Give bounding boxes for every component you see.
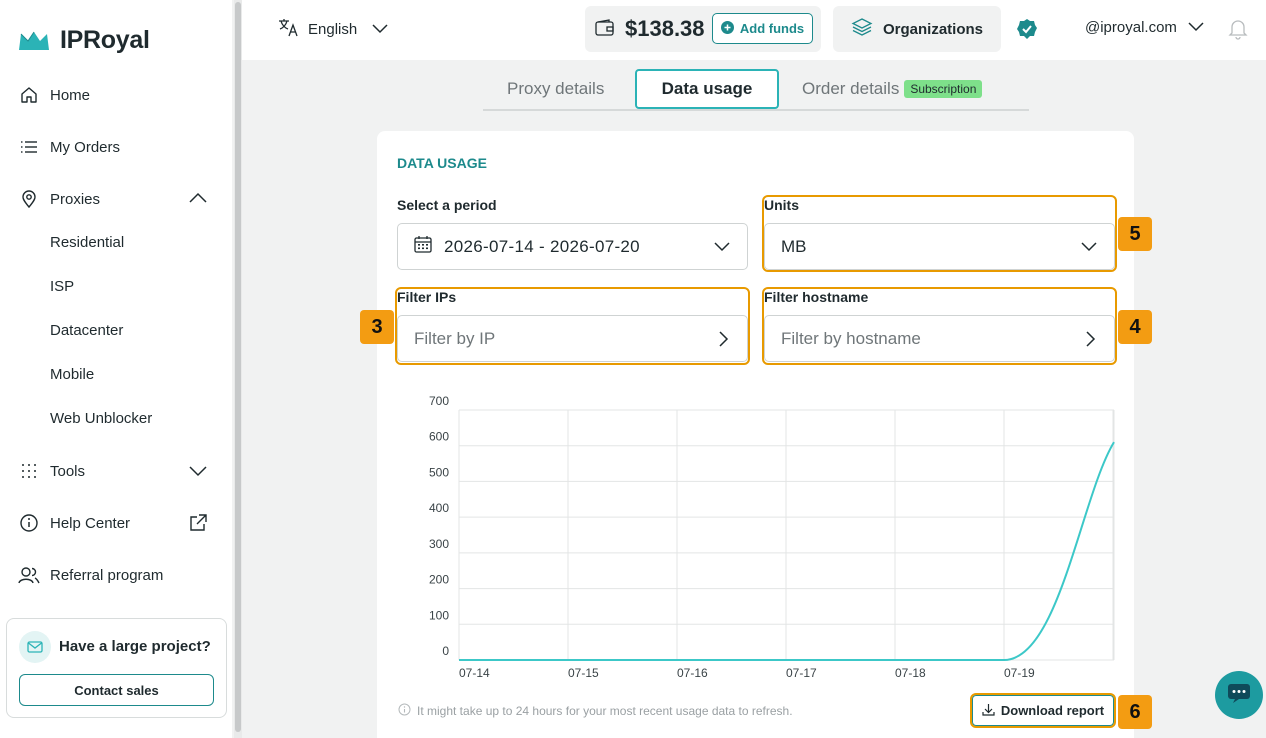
filter-ip-placeholder: Filter by IP: [414, 328, 496, 348]
sidebar-subitem-mobile[interactable]: Mobile: [50, 366, 94, 383]
users-icon: [18, 564, 40, 586]
chat-widget-button[interactable]: [1215, 671, 1263, 719]
chat-icon: [1227, 682, 1251, 709]
account-menu[interactable]: @iproyal.com: [1085, 19, 1205, 36]
location-pin-icon: [18, 188, 40, 210]
period-value: 2026-07-14 - 2026-07-20: [444, 236, 640, 256]
home-icon: [18, 84, 40, 106]
period-label: Select a period: [397, 197, 497, 213]
annotation-marker: 3: [360, 310, 394, 344]
chevron-up-icon[interactable]: [188, 191, 208, 210]
bell-icon[interactable]: [1228, 18, 1248, 45]
sidebar-subitem-isp[interactable]: ISP: [50, 278, 74, 295]
add-funds-label: Add funds: [739, 21, 805, 36]
download-icon: [982, 703, 995, 719]
data-usage-card: DATA USAGE Select a period 2026-07-14 - …: [377, 131, 1134, 738]
period-select[interactable]: 2026-07-14 - 2026-07-20: [397, 223, 748, 270]
tab-label: Proxy details: [507, 79, 605, 98]
sidebar-item-label: Proxies: [50, 190, 101, 208]
sidebar-item-home[interactable]: Home: [18, 83, 90, 107]
filter-hostname-label: Filter hostname: [764, 289, 869, 305]
detail-tabs: Proxy details Data usage Order details S…: [483, 69, 1029, 111]
filter-hostname-input[interactable]: Filter by hostname: [764, 315, 1115, 362]
crown-logo-icon: [19, 31, 49, 50]
wallet-balance: $138.38 Add funds: [585, 6, 821, 52]
chevron-down-icon[interactable]: [188, 464, 208, 483]
mail-icon: [19, 631, 51, 663]
chevron-down-icon: [1080, 238, 1098, 259]
info-circle-icon: [18, 512, 40, 534]
download-report-button[interactable]: Download report: [972, 695, 1114, 726]
tab-proxy-details[interactable]: Proxy details: [507, 69, 604, 109]
chevron-down-icon: [713, 238, 731, 259]
sidebar-subitem-residential[interactable]: Residential: [50, 234, 124, 251]
plus-circle-icon: [720, 20, 734, 37]
sidebar: IPRoyal Home My Orders Proxies Residenti…: [0, 0, 232, 738]
card-title: DATA USAGE: [397, 155, 487, 171]
filter-ip-input[interactable]: Filter by IP: [397, 315, 748, 362]
balance-amount: $138.38: [625, 16, 705, 41]
sidebar-item-help-center[interactable]: Help Center: [18, 511, 130, 535]
sidebar-item-label: Home: [50, 86, 91, 104]
sidebar-item-label: Help Center: [50, 514, 131, 532]
chevron-down-icon: [371, 21, 389, 38]
sidebar-subitem-web-unblocker[interactable]: Web Unblocker: [50, 410, 152, 427]
brand-name: IPRoyal: [60, 26, 150, 54]
scrollbar-thumb[interactable]: [235, 2, 241, 732]
external-link-icon[interactable]: [188, 513, 208, 538]
grid-dots-icon: [18, 460, 40, 482]
info-circle-icon: [398, 703, 411, 719]
annotation-marker: 5: [1118, 217, 1152, 251]
list-icon: [18, 136, 40, 158]
subscription-badge: Subscription: [904, 80, 983, 98]
annotation-marker: 4: [1118, 310, 1152, 344]
chevron-right-icon[interactable]: [1082, 330, 1098, 353]
verified-badge-icon: [1016, 18, 1038, 45]
sidebar-item-my-orders[interactable]: My Orders: [18, 135, 120, 159]
top-bar: English $138.38 Add funds Organizations …: [242, 0, 1266, 60]
sidebar-item-label: Referral program: [50, 566, 164, 584]
organizations-button[interactable]: Organizations: [833, 6, 1001, 52]
language-selector[interactable]: English: [278, 17, 389, 41]
sidebar-item-referral-program[interactable]: Referral program: [18, 563, 163, 587]
sidebar-scrollbar[interactable]: [234, 0, 242, 738]
sidebar-item-label: My Orders: [50, 138, 121, 156]
sidebar-subitem-datacenter[interactable]: Datacenter: [50, 322, 123, 339]
translate-icon: [278, 17, 300, 41]
contact-sales-button[interactable]: Contact sales: [19, 674, 214, 706]
filter-hostname-placeholder: Filter by hostname: [781, 328, 921, 348]
refresh-note-text: It might take up to 24 hours for your mo…: [417, 704, 793, 718]
sidebar-item-label: Tools: [50, 462, 86, 480]
sidebar-item-tools[interactable]: Tools: [18, 459, 85, 483]
annotation-marker: 6: [1118, 695, 1152, 729]
tab-order-details[interactable]: Order details Subscription: [802, 69, 983, 109]
wallet-icon: [595, 19, 615, 42]
refresh-note: It might take up to 24 hours for your mo…: [398, 703, 793, 719]
logo[interactable]: IPRoyal: [18, 26, 150, 55]
tab-data-usage[interactable]: Data usage: [635, 69, 779, 109]
chevron-down-icon: [1187, 19, 1205, 36]
chevron-right-icon[interactable]: [715, 330, 731, 353]
download-report-label: Download report: [1000, 703, 1105, 718]
sales-promo-card: Have a large project? Contact sales: [6, 618, 227, 718]
layers-icon: [851, 17, 873, 41]
organizations-label: Organizations: [883, 20, 984, 38]
language-label: English: [308, 20, 358, 38]
filter-ips-label: Filter IPs: [397, 289, 457, 305]
add-funds-button[interactable]: Add funds: [712, 13, 813, 44]
promo-title: Have a large project?: [59, 638, 211, 655]
units-value: MB: [781, 236, 807, 256]
sidebar-item-proxies[interactable]: Proxies: [18, 187, 100, 211]
account-email: @iproyal.com: [1085, 19, 1177, 36]
tab-label: Order details: [802, 79, 900, 98]
calendar-icon: [414, 235, 432, 258]
tab-label: Data usage: [661, 79, 753, 98]
units-select[interactable]: MB: [764, 223, 1115, 270]
units-label: Units: [764, 197, 799, 213]
